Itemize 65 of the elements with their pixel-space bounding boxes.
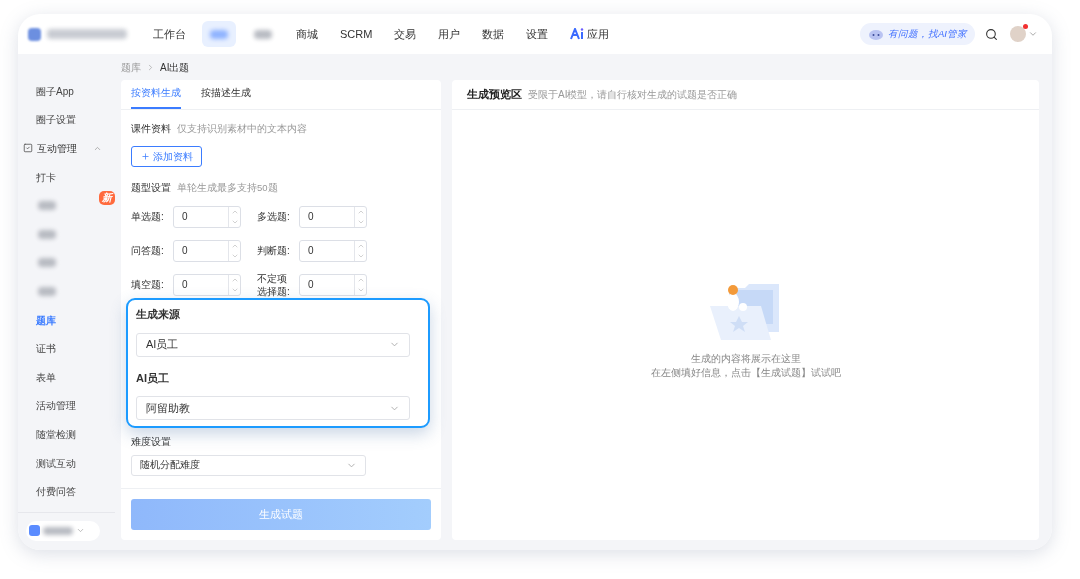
number-field[interactable]: 0 xyxy=(173,205,241,228)
sidebar-item[interactable]: 圈子设置 xyxy=(36,112,76,128)
number-field[interactable]: 0 xyxy=(299,239,367,262)
sidebar-group[interactable]: 互动管理 xyxy=(37,141,77,156)
sidebar-item[interactable]: 活动管理 xyxy=(36,398,76,414)
app-logo-icon xyxy=(28,27,41,41)
nav-tab[interactable]: 数据 xyxy=(476,21,511,47)
source-select[interactable]: AI员工 xyxy=(136,332,410,357)
chevron-right-icon xyxy=(146,62,155,72)
nav-tab[interactable]: SCRM xyxy=(334,21,379,47)
field-label: 多选题: xyxy=(257,210,291,223)
empty-message: 生成的内容将展示在这里 xyxy=(690,352,801,366)
nav-tab[interactable]: 设置 xyxy=(520,21,555,47)
panel-hint: 受限于AI模型，请自行核对生成的试题是否正确 xyxy=(528,88,738,102)
empty-message: 在左侧填好信息，点击【生成试题】试试吧 xyxy=(650,366,841,380)
number-field[interactable]: 0 xyxy=(173,273,241,296)
field-label: 判断题: xyxy=(257,244,291,257)
tab[interactable]: 按资料生成 xyxy=(131,85,181,109)
interaction-icon xyxy=(23,143,33,154)
search-icon[interactable] xyxy=(985,27,998,41)
sidebar-item[interactable]: 付费问答 xyxy=(36,484,76,500)
workspace-switcher[interactable] xyxy=(26,520,100,541)
nav-tab[interactable]: 商城 xyxy=(290,21,324,47)
number-field[interactable]: 0 xyxy=(299,205,367,228)
sidebar-item[interactable]: 随堂检测 xyxy=(36,426,76,442)
new-badge: 新 xyxy=(99,191,115,206)
tab[interactable]: 按描述生成 xyxy=(201,85,251,109)
sidebar-item[interactable]: 打卡 xyxy=(36,169,56,185)
blurred-label xyxy=(43,526,73,535)
field-label: 不定项选择题: xyxy=(257,271,291,298)
workspace-icon xyxy=(29,525,40,537)
sidebar-item[interactable]: 测试互动 xyxy=(36,455,76,471)
ai-assistant-button[interactable]: 有问题，找AI管家 xyxy=(860,23,975,45)
employee-select[interactable]: 阿留助教 xyxy=(136,396,410,420)
field-label: 问答题: xyxy=(131,244,165,257)
nav-tab[interactable] xyxy=(202,21,236,47)
plus-icon xyxy=(140,152,150,162)
field-label: AI员工 xyxy=(136,370,170,386)
chevron-down-icon[interactable] xyxy=(1028,29,1038,39)
ai-logo-icon xyxy=(570,28,585,40)
sidebar-item[interactable]: 圈子App xyxy=(36,83,74,99)
field-label: 生成来源 xyxy=(136,307,181,322)
field-label: 单选题: xyxy=(131,210,165,223)
section-label: 课件资料 xyxy=(131,122,171,136)
nav-tab[interactable]: 用户 xyxy=(432,21,467,47)
number-field[interactable]: 0 xyxy=(299,273,367,296)
section-hint: 单轮生成最多支持50题 xyxy=(177,181,278,196)
field-label: 填空题: xyxy=(131,278,165,291)
number-field[interactable]: 0 xyxy=(173,239,241,262)
robot-icon xyxy=(868,28,884,40)
sidebar-item[interactable]: 表单 xyxy=(36,369,56,385)
sidebar-item[interactable]: 证书 xyxy=(36,341,56,357)
chevron-up-icon[interactable] xyxy=(93,144,102,153)
difficulty-select[interactable]: 随机分配难度 xyxy=(131,454,366,476)
panel-title: 生成预览区 xyxy=(467,87,522,103)
breadcrumb-current: AI出题 xyxy=(160,60,190,75)
nav-tab[interactable]: 交易 xyxy=(388,21,423,47)
section-hint: 仅支持识别素材中的文本内容 xyxy=(177,122,307,136)
nav-tab[interactable]: 应用 xyxy=(564,21,616,47)
nav-tab[interactable]: 工作台 xyxy=(147,21,192,47)
section-label: 题型设置 xyxy=(131,181,171,196)
avatar[interactable] xyxy=(1010,26,1026,42)
section-label: 难度设置 xyxy=(131,435,171,447)
add-material-button[interactable]: 添加资料 xyxy=(131,146,202,168)
sidebar-item[interactable]: 题库 xyxy=(36,312,56,328)
